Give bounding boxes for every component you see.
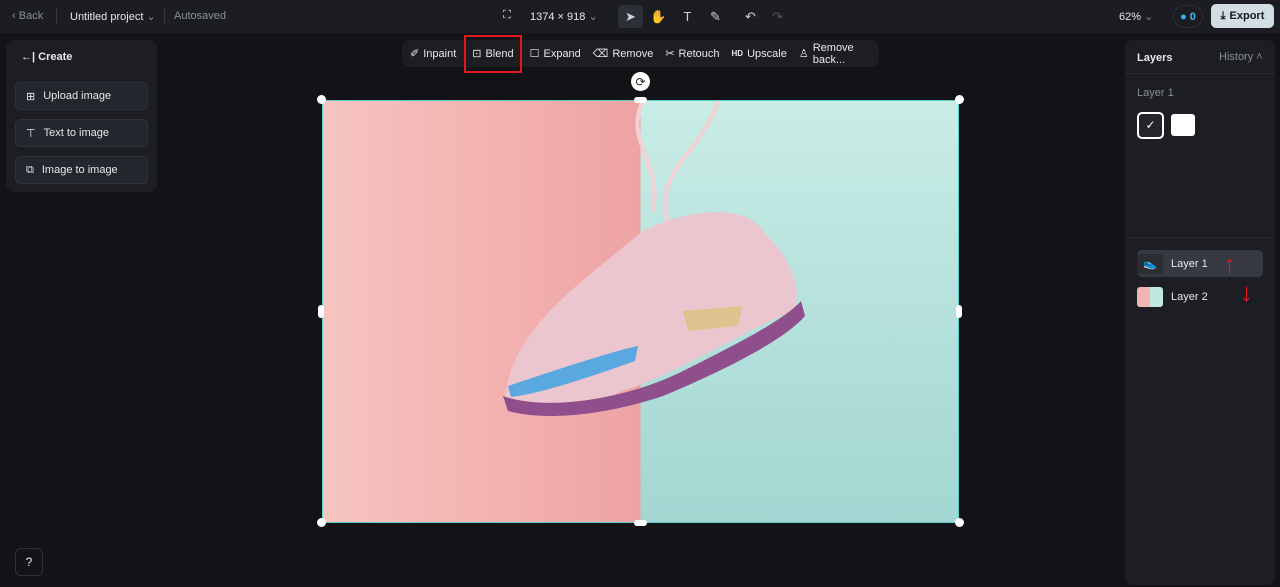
retouch-button[interactable]: ✂ Retouch [659, 41, 725, 67]
expand-button[interactable]: ☐ Expand [524, 41, 587, 67]
history-toggle[interactable]: History ˄ [1219, 51, 1263, 63]
hand-tool-icon[interactable]: ✋ [646, 5, 671, 28]
brush-tool-icon[interactable]: ✎ [703, 5, 728, 28]
upscale-label: Upscale [747, 47, 787, 60]
create-title: Create [38, 51, 73, 63]
select-tool-icon[interactable]: ➤ [618, 5, 643, 28]
text-to-image-button[interactable]: ⊤ Text to image [15, 119, 148, 147]
undo-icon[interactable]: ↶ [738, 5, 763, 28]
layers-panel: Layers History ˄ Layer 1 ✓ [1125, 40, 1275, 585]
text-tool-icon[interactable]: T [675, 5, 700, 28]
image-thumbnail[interactable] [1171, 114, 1195, 136]
redo-icon[interactable]: ↷ [765, 5, 790, 28]
credits-count: 0 [1189, 10, 1196, 23]
dimensions-value: 1374 × 918 [530, 11, 586, 23]
resize-handle[interactable] [634, 520, 647, 526]
mask-thumbnail[interactable]: ✓ [1137, 112, 1164, 139]
back-label: Back [18, 10, 44, 22]
blend-label: Blend [485, 47, 514, 60]
resize-handle[interactable] [955, 518, 964, 527]
blend-icon: ⊡ [472, 48, 482, 60]
project-name: Untitled project [70, 11, 144, 23]
export-button[interactable]: ⤓ Export [1211, 4, 1274, 28]
images-icon: ⧉ [26, 163, 34, 176]
layer-thumbnail: 👟 [1137, 253, 1163, 274]
text-image-icon: ⊤ [26, 127, 36, 140]
project-name-dropdown[interactable]: Untitled project ⌄ [70, 10, 156, 23]
resize-handle[interactable] [317, 518, 326, 527]
remove-background-button[interactable]: ♙ Remove back... [793, 41, 879, 67]
inpaint-button[interactable]: ✐ Inpaint [404, 41, 462, 67]
credit-icon: ● [1180, 10, 1187, 23]
edit-toolbar: ✐ Inpaint ⊡ Blend ☐ Expand ⌫ Remove ✂ Retouch… [402, 34, 879, 73]
image-to-image-label: Image to image [41, 164, 118, 176]
layer-name: Layer 1 [1171, 257, 1208, 270]
top-bar: ‹ Back Untitled project ⌄ Autosaved ⛶ 13… [0, 0, 1280, 33]
remove-button[interactable]: ⌫ Remove [587, 41, 660, 67]
arrow-down-annotation: ↓ [1240, 277, 1253, 307]
expand-icon: ☐ [529, 48, 540, 60]
sneaker-image [503, 101, 805, 416]
dimensions-dropdown[interactable]: 1374 × 918 ⌄ [530, 10, 598, 23]
upload-icon: ⊞ [26, 90, 36, 103]
resize-handle[interactable] [317, 95, 326, 104]
export-label: Export [1229, 10, 1265, 22]
resize-icon[interactable]: ⛶ [503, 9, 511, 22]
resize-handle[interactable] [956, 305, 962, 318]
help-icon: ? [25, 555, 33, 569]
inpaint-icon: ✐ [410, 48, 420, 60]
rotate-icon[interactable]: ⟳ [631, 72, 650, 91]
expand-label: Expand [543, 47, 581, 60]
remove-background-label: Remove back... [812, 41, 854, 66]
blend-button[interactable]: ⊡ Blend [464, 34, 522, 73]
chevron-down-icon: ⌄ [146, 11, 156, 23]
selected-layer-title: Layer 1 [1137, 87, 1174, 99]
divider [1125, 73, 1275, 74]
canvas-image[interactable] [322, 100, 959, 523]
resize-handle[interactable] [634, 97, 647, 103]
layer-thumbnail [1137, 286, 1163, 307]
resize-handle[interactable] [955, 95, 964, 104]
image-to-image-button[interactable]: ⧉ Image to image [15, 156, 148, 184]
upload-image-button[interactable]: ⊞ Upload image [15, 82, 148, 110]
layers-tab[interactable]: Layers [1137, 52, 1172, 64]
create-header[interactable]: ←| Create [21, 51, 72, 63]
download-icon: ⤓ [1220, 9, 1226, 22]
remove-label: Remove [612, 47, 654, 60]
credits-badge[interactable]: ● 0 [1173, 5, 1203, 28]
upscale-button[interactable]: HD Upscale [726, 41, 793, 67]
layer-item[interactable]: 👟 Layer 1 [1137, 250, 1263, 277]
retouch-icon: ✂ [665, 48, 675, 60]
back-button[interactable]: ‹ Back [12, 10, 43, 22]
divider [56, 8, 57, 24]
retouch-label: Retouch [678, 47, 720, 60]
divider [164, 8, 165, 24]
help-button[interactable]: ? [15, 548, 43, 576]
layer-name: Layer 2 [1171, 290, 1208, 303]
eraser-icon: ⌫ [592, 48, 609, 60]
hd-icon: HD [731, 49, 744, 58]
history-label: History [1219, 51, 1254, 63]
divider [1125, 237, 1275, 238]
zoom-value: 62% [1119, 11, 1142, 23]
autosave-status: Autosaved [174, 10, 226, 22]
inpaint-label: Inpaint [423, 47, 457, 60]
person-icon: ♙ [798, 48, 809, 60]
arrow-up-annotation: ↑ [1223, 249, 1236, 279]
zoom-dropdown[interactable]: 62% ⌄ [1119, 10, 1153, 23]
text-to-image-label: Text to image [43, 127, 110, 139]
upload-image-label: Upload image [43, 90, 112, 102]
resize-handle[interactable] [318, 305, 324, 318]
